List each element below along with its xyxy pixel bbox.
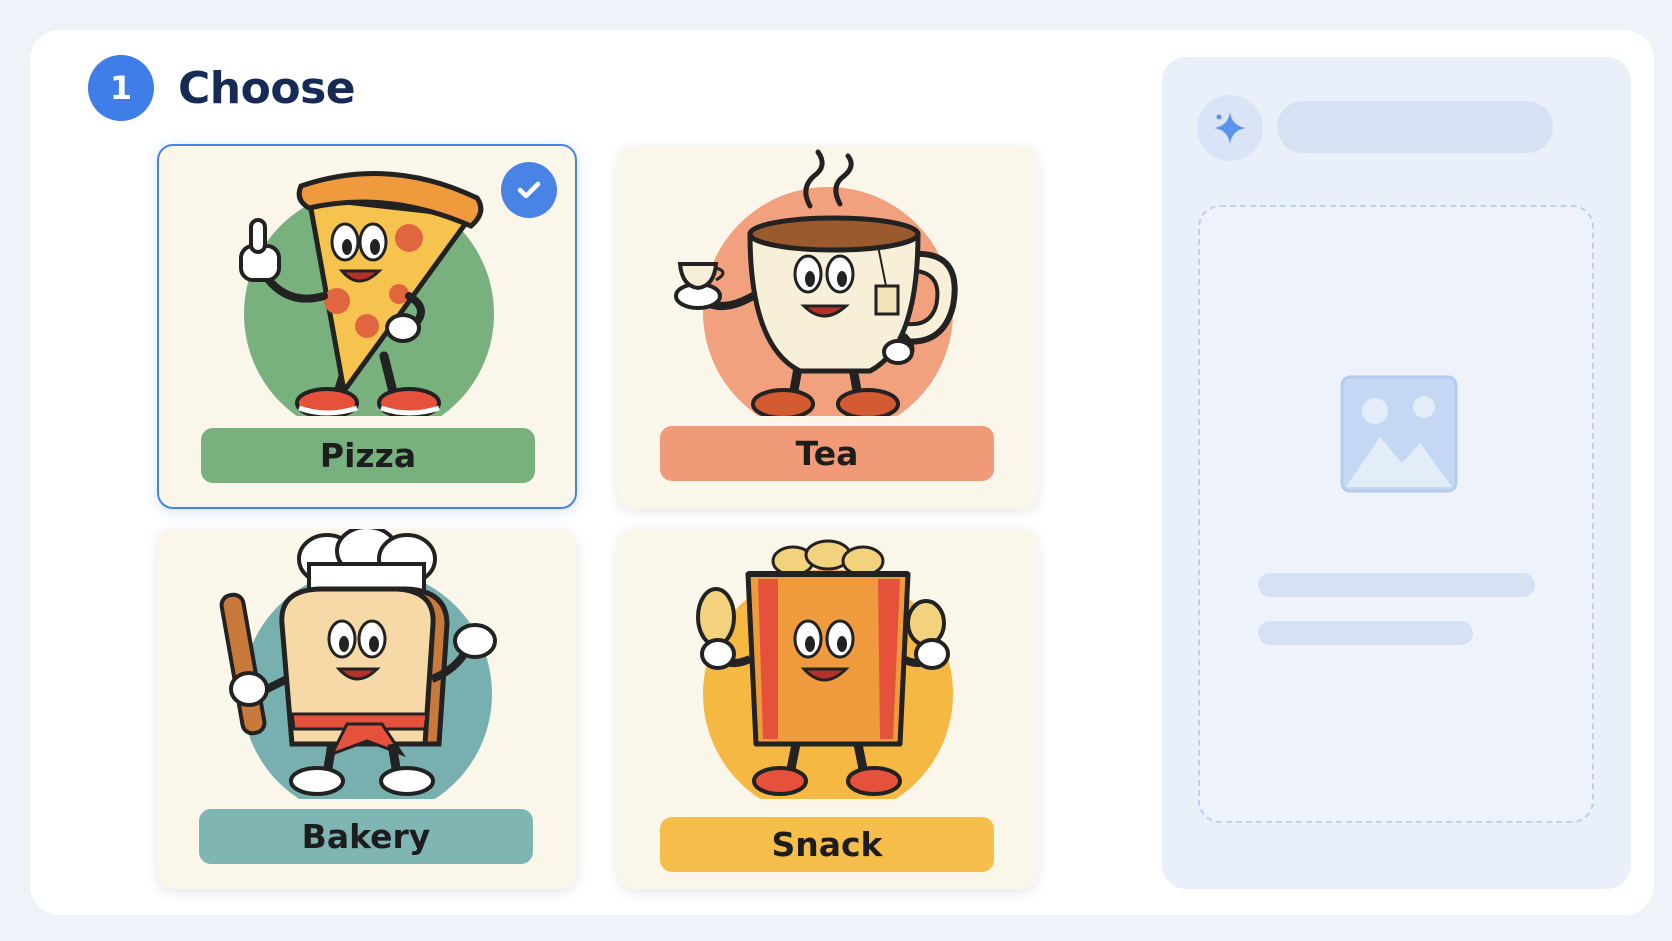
option-label-snack: Snack <box>660 817 994 872</box>
preview-panel <box>1162 57 1631 889</box>
step-title: Choose <box>178 62 356 114</box>
selected-check-icon <box>501 162 557 218</box>
skeleton-title-bar <box>1277 101 1553 153</box>
chips-bag-character-icon <box>696 539 953 799</box>
bread-chef-character-icon <box>219 529 497 799</box>
sparkle-icon <box>1197 95 1263 161</box>
option-label-pizza: Pizza <box>201 428 535 483</box>
step-number-badge: 1 <box>88 55 154 121</box>
option-card-snack[interactable]: Snack <box>618 529 1038 889</box>
step-header: 1 Choose <box>88 55 356 121</box>
image-dropzone[interactable] <box>1198 205 1594 823</box>
tea-cup-character-icon <box>674 149 958 416</box>
image-placeholder-icon <box>1340 375 1458 493</box>
option-card-pizza[interactable]: Pizza <box>157 144 577 509</box>
skeleton-text-line <box>1258 573 1535 597</box>
skeleton-text-line <box>1258 621 1473 645</box>
option-card-tea[interactable]: Tea <box>618 146 1038 509</box>
option-card-bakery[interactable]: Bakery <box>157 529 577 889</box>
option-label-tea: Tea <box>660 426 994 481</box>
option-label-bakery: Bakery <box>199 809 533 864</box>
